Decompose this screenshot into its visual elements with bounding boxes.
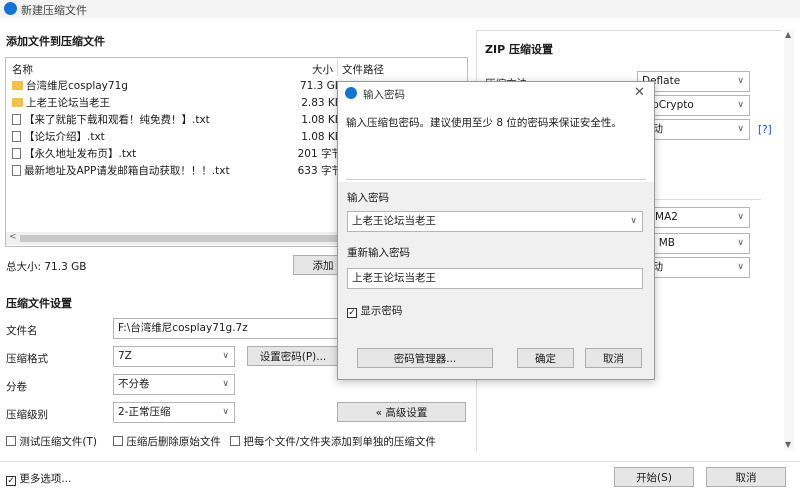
password-manager-button[interactable]: 密码管理器... [357,348,493,368]
list-item[interactable]: 【来了就能下载和观看！纯免费！】.txt 1.08 KB [12,112,342,129]
start-button[interactable]: 开始(S) [614,467,694,487]
folder-icon [12,98,23,107]
level-value: 2-正常压缩 [118,406,171,418]
scroll-left-arrow-icon[interactable]: < [9,232,17,242]
column-size-header[interactable]: 大小 [312,62,333,77]
file-name: 台湾维尼cosplay71g [26,80,128,92]
volume-select[interactable]: 不分卷 ∨ [113,374,235,395]
checkbox[interactable] [6,436,16,446]
checkbox[interactable] [113,436,123,446]
list-item[interactable]: 台湾维尼cosplay71g 71.3 GB [12,78,342,95]
file-name: 最新地址及APP请发邮箱自动获取！！！.txt [24,165,230,177]
chevron-down-icon: ∨ [222,407,229,417]
test-archive-label: 测试压缩文件(T) [19,436,97,448]
chevron-down-icon: ∨ [737,100,744,110]
chevron-down-icon: ∨ [737,212,744,222]
file-name: 【永久地址发布页】.txt [24,148,137,160]
password-input[interactable]: 上老王论坛当老王 ∨ [347,211,643,232]
column-name-header[interactable]: 名称 [12,62,33,77]
show-password-label: 显示密码 [360,305,403,317]
password-dialog: 输入密码 ✕ 输入压缩包密码。建议使用至少 8 位的密码来保证安全性。 输入密码… [337,81,655,380]
more-options-label: 更多选项... [19,473,72,485]
add-files-title: 添加文件到压缩文件 [6,35,105,48]
column-path-header[interactable]: 文件路径 [342,62,384,77]
ok-button[interactable]: 确定 [517,348,574,368]
volume-label: 分卷 [6,381,27,393]
chevron-down-icon: ∨ [222,351,229,361]
test-archive-checkbox[interactable]: 测试压缩文件(T) [6,434,97,449]
folder-icon [12,81,23,90]
format-label: 压缩格式 [6,353,48,365]
list-item[interactable]: 【永久地址发布页】.txt 201 字节 [12,146,342,163]
dialog-cancel-button[interactable]: 取消 [585,348,642,368]
dialog-divider [346,179,646,180]
separate-archives-label: 把每个文件/文件夹添加到单独的压缩文件 [243,436,436,448]
chevron-down-icon: ∨ [737,238,744,248]
format-value: 7Z [118,350,132,362]
vertical-scrollbar[interactable]: ▲ ▼ [784,30,794,450]
file-name: 上老王论坛当老王 [26,97,110,109]
show-password-checkbox[interactable]: ✓ 显示密码 [347,303,402,318]
set-password-button[interactable]: 设置密码(P)... [247,346,339,366]
more-options-checkbox[interactable]: ✓ 更多选项... [6,471,71,486]
list-item[interactable]: 上老王论坛当老王 2.83 KB [12,95,342,112]
file-size: 1.08 KB [301,131,342,143]
dialog-description-area: 输入压缩包密码。建议使用至少 8 位的密码来保证安全性。 [338,104,654,182]
file-size: 633 字节 [297,165,342,177]
text-file-icon [12,131,21,142]
password-value: 上老王论坛当老王 [352,215,436,227]
file-size: 71.3 GB [299,80,342,92]
title-bar: 新建压缩文件 [0,0,800,18]
file-size: 201 字节 [297,148,342,160]
chevron-down-icon[interactable]: ∨ [630,212,637,231]
zip-settings-title: ZIP 压缩设置 [485,43,553,56]
footer-divider [0,461,800,462]
file-size: 1.08 KB [301,114,342,126]
list-item[interactable]: 最新地址及APP请发邮箱自动获取！！！.txt 633 字节 [12,163,342,180]
reenter-password-label: 重新输入密码 [347,247,410,259]
scroll-up-arrow-icon[interactable]: ▲ [785,30,791,39]
text-file-icon [12,114,21,125]
list-item[interactable]: 【论坛介绍】.txt 1.08 KB [12,129,342,146]
advanced-settings-button[interactable]: « 高级设置 [337,402,466,422]
help-link[interactable]: [?] [758,124,772,136]
volume-value: 不分卷 [118,378,150,390]
column-divider [337,58,338,76]
chevron-down-icon: ∨ [737,262,744,272]
level-label: 压缩级别 [6,409,48,421]
app-icon [4,2,17,15]
separate-archives-checkbox[interactable]: 把每个文件/文件夹添加到单独的压缩文件 [230,434,436,449]
text-file-icon [12,165,21,176]
reenter-password-input[interactable]: 上老王论坛当老王 [347,268,643,289]
level-select[interactable]: 2-正常压缩 ∨ [113,402,235,423]
chevron-down-icon: ∨ [222,379,229,389]
dialog-description: 输入压缩包密码。建议使用至少 8 位的密码来保证安全性。 [346,117,622,129]
checkbox[interactable] [230,436,240,446]
close-icon[interactable]: ✕ [634,85,645,100]
checkbox-checked[interactable]: ✓ [6,476,16,486]
dialog-app-icon [345,87,357,99]
scrollbar-thumb[interactable] [20,235,350,242]
settings-title: 压缩文件设置 [6,297,72,310]
file-size: 2.83 KB [301,97,342,109]
chevron-down-icon: ∨ [737,76,744,86]
dialog-header: 输入密码 ✕ [338,82,654,104]
filename-label: 文件名 [6,325,38,337]
total-size: 总大小: 71.3 GB [6,261,87,273]
text-file-icon [12,148,21,159]
dialog-title: 输入密码 [363,89,405,101]
password-label: 输入密码 [347,192,389,204]
scroll-down-arrow-icon[interactable]: ▼ [785,440,791,449]
cancel-button[interactable]: 取消 [706,467,786,487]
checkbox-checked[interactable]: ✓ [347,308,357,318]
filename-field[interactable]: F:\台湾维尼cosplay71g.7z [113,318,348,339]
chevron-down-icon: ∨ [737,124,744,134]
delete-after-label: 压缩后删除原始文件 [126,436,221,448]
window-title: 新建压缩文件 [21,4,87,17]
delete-after-checkbox[interactable]: 压缩后删除原始文件 [113,434,221,449]
file-name: 【论坛介绍】.txt [24,131,105,143]
file-name: 【来了就能下载和观看！纯免费！】.txt [24,114,210,126]
format-select[interactable]: 7Z ∨ [113,346,235,367]
